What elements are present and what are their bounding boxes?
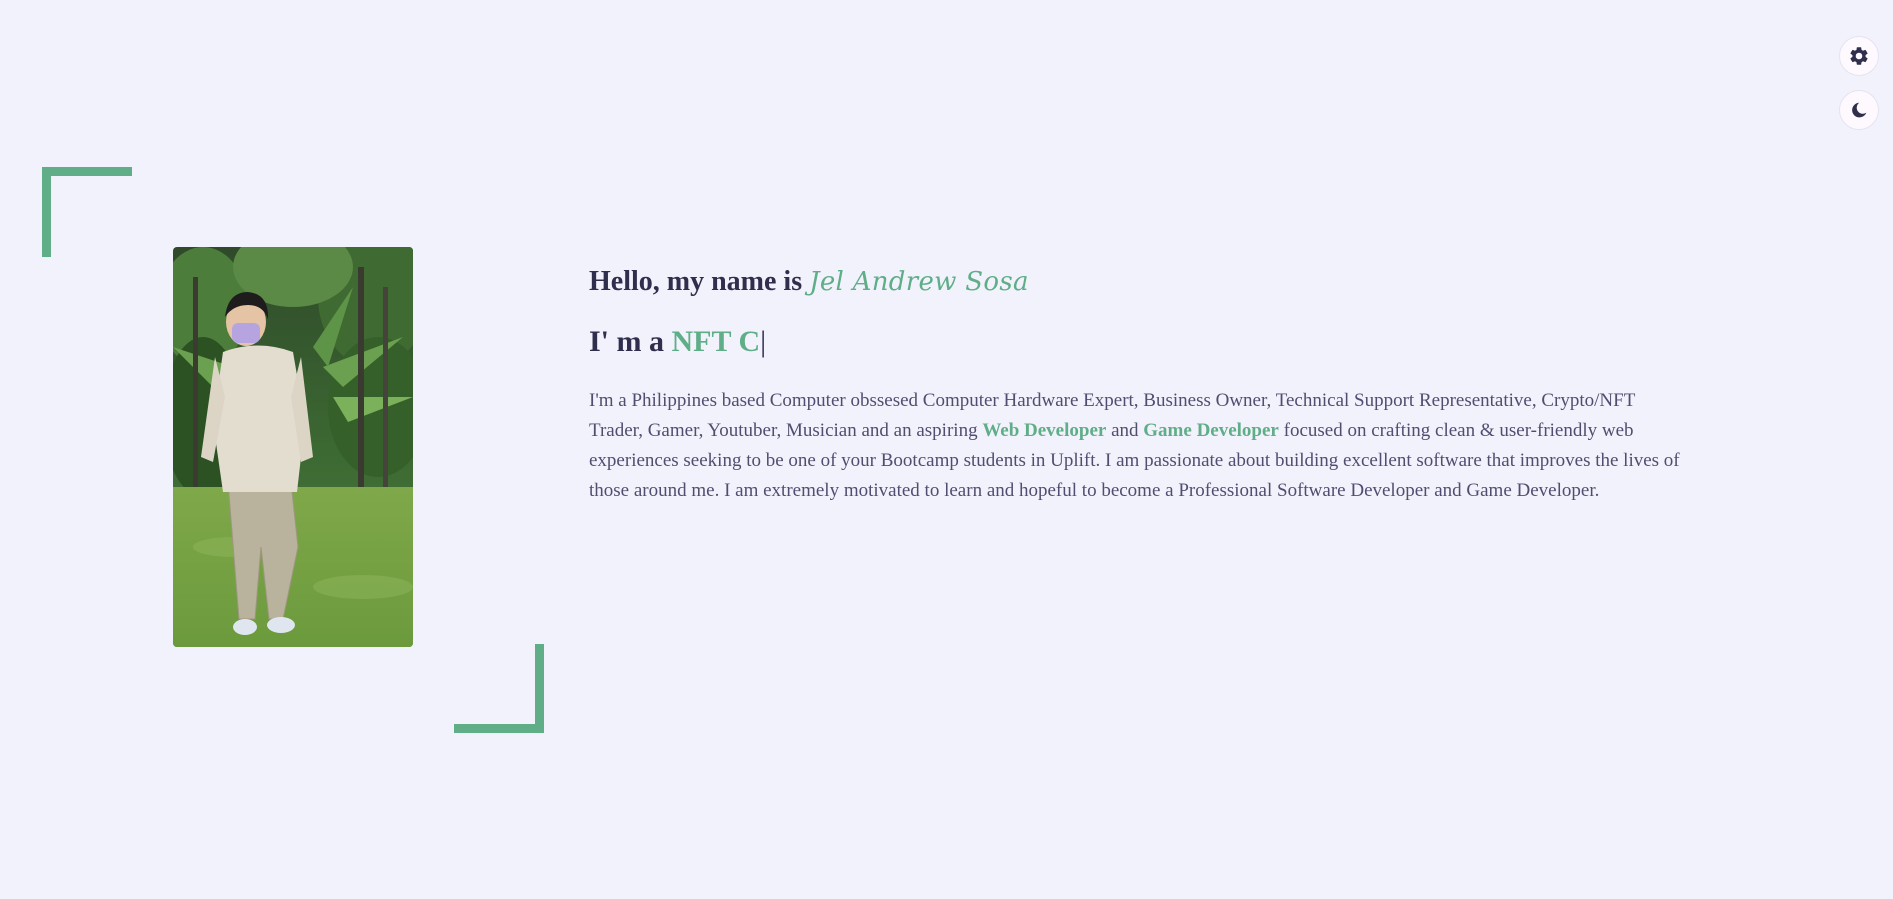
corner-bracket-bottom-right (454, 724, 544, 733)
role-heading: I' m a NFT C| (589, 322, 1689, 362)
settings-button[interactable] (1839, 36, 1879, 76)
greeting-text: Hello, my name is (589, 266, 810, 297)
moon-icon (1852, 102, 1867, 118)
highlight-game-developer: Game Developer (1143, 420, 1279, 441)
about-section: Hello, my name is Jel Andrew Sosa I' m a… (589, 262, 1689, 506)
role-typed-text: NFT C (671, 325, 761, 358)
corner-bracket-bottom-right-vertical (535, 644, 544, 733)
typing-caret: | (760, 325, 767, 358)
description-part-2: and (1106, 420, 1144, 441)
page: Hello, my name is Jel Andrew Sosa I' m a… (0, 0, 1893, 899)
corner-bracket-top-left (42, 167, 132, 176)
profile-photo-illustration (173, 247, 413, 647)
greeting-heading: Hello, my name is Jel Andrew Sosa (589, 262, 1689, 302)
about-description: I'm a Philippines based Computer obssese… (589, 386, 1689, 506)
highlight-web-developer: Web Developer (982, 420, 1107, 441)
theme-toggle-button[interactable] (1839, 90, 1879, 130)
gear-icon (1850, 47, 1868, 65)
role-prefix: I' m a (589, 325, 672, 358)
profile-photo (173, 247, 413, 647)
corner-bracket-top-left-vertical (42, 167, 51, 257)
author-name: Jel Andrew Sosa (809, 267, 1029, 297)
